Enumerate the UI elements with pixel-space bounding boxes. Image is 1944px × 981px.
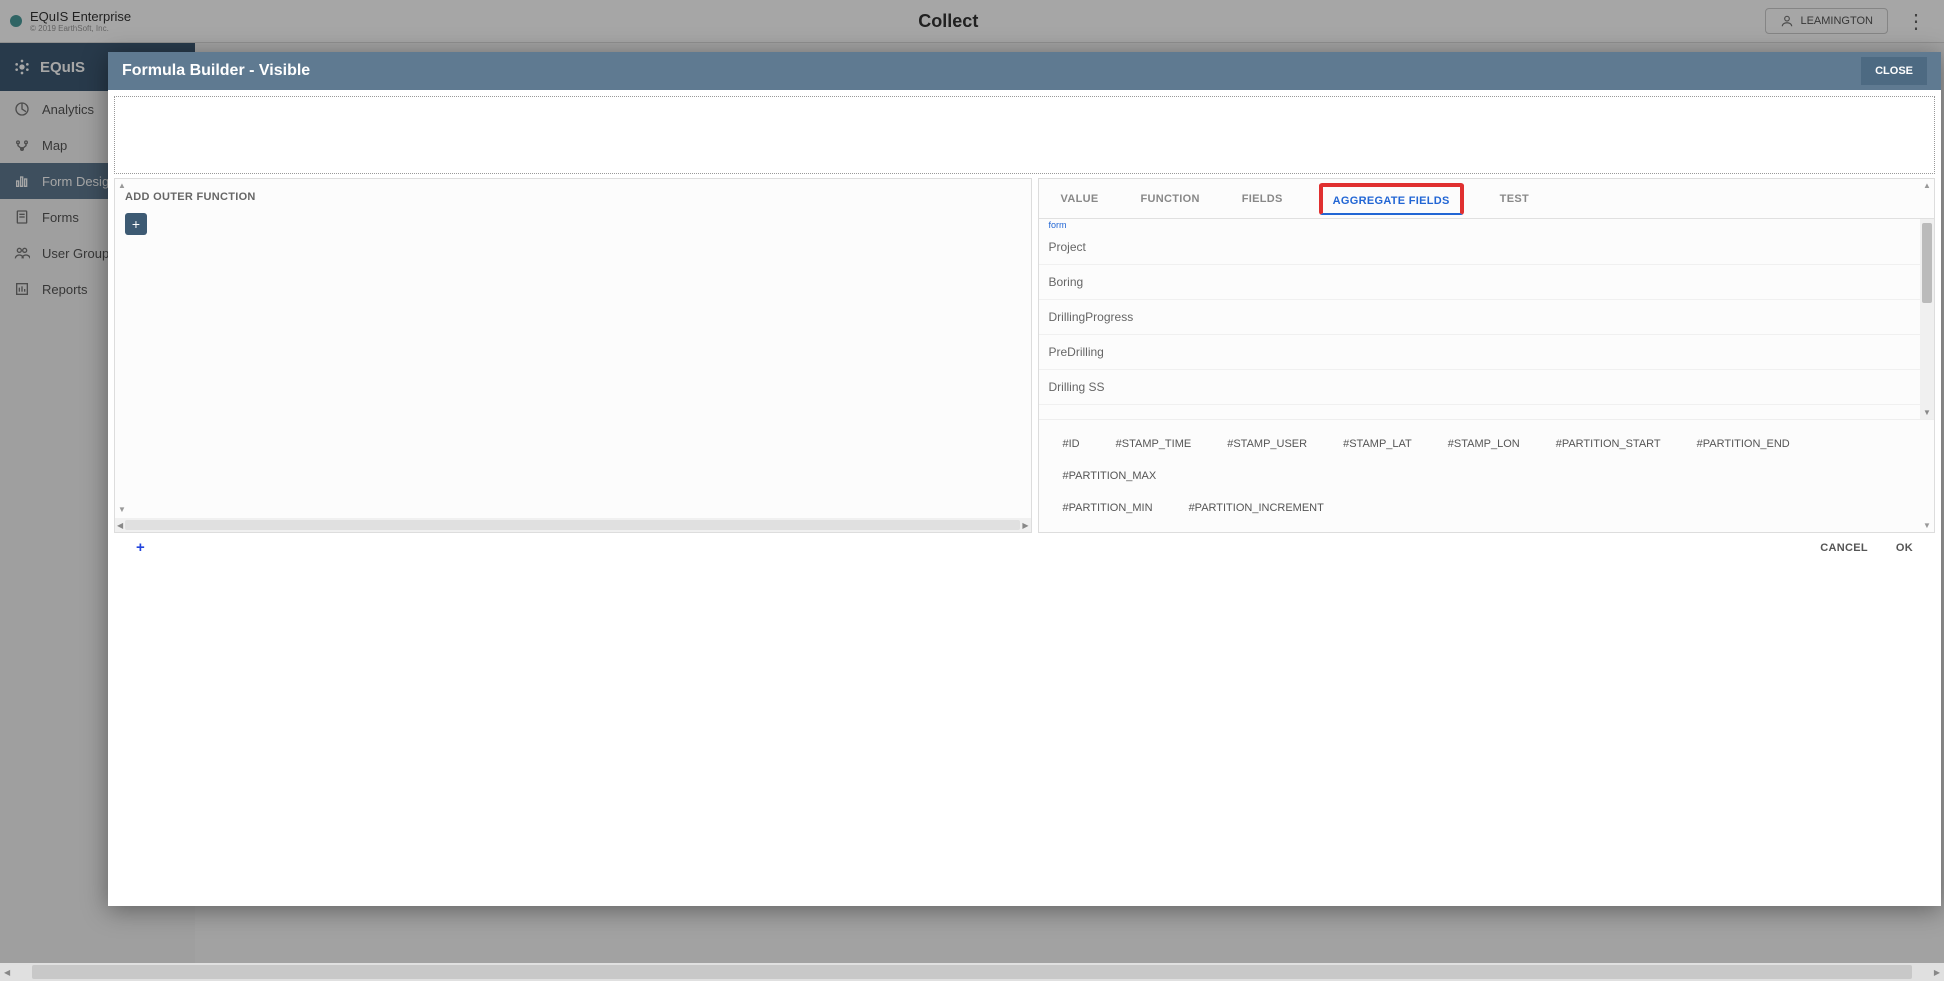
tab-function[interactable]: FUNCTION — [1134, 181, 1205, 217]
horizontal-scrollbar[interactable]: ◀ ▶ — [115, 518, 1031, 532]
forms-icon — [14, 209, 30, 225]
formula-builder-modal: Formula Builder - Visible CLOSE ▲ ▼ ADD … — [108, 52, 1941, 906]
brand-icon — [14, 59, 30, 75]
scroll-down-icon[interactable]: ▼ — [117, 505, 127, 514]
field-chip[interactable]: #STAMP_LON — [1430, 428, 1538, 460]
modal-header: Formula Builder - Visible CLOSE — [108, 52, 1941, 90]
sidebar-item-label: Reports — [42, 282, 88, 297]
panel-tabs: VALUE FUNCTION FIELDS AGGREGATE FIELDS T… — [1039, 179, 1935, 219]
field-chip[interactable]: #PARTITION_MAX — [1045, 460, 1175, 492]
page-horizontal-scrollbar[interactable]: ◀ ▶ — [0, 963, 1944, 981]
form-designer-icon — [14, 173, 30, 189]
token-chips: #ID #STAMP_TIME #STAMP_USER #STAMP_LAT #… — [1039, 419, 1935, 532]
tab-aggregate-fields[interactable]: AGGREGATE FIELDS — [1319, 183, 1464, 215]
app-logo-icon — [10, 15, 22, 27]
user-icon — [1780, 14, 1794, 28]
tab-value[interactable]: VALUE — [1055, 181, 1105, 217]
scroll-right-icon[interactable]: ▶ — [1022, 521, 1028, 530]
sidebar-title: EQuIS — [40, 59, 85, 76]
scroll-down-icon[interactable]: ▼ — [1922, 521, 1932, 530]
sidebar-item-label: Forms — [42, 210, 79, 225]
scroll-up-icon[interactable]: ▲ — [1922, 181, 1932, 190]
app-subtitle: © 2019 EarthSoft, Inc. — [30, 24, 131, 33]
tab-test[interactable]: TEST — [1494, 181, 1535, 217]
map-icon — [14, 137, 30, 153]
field-chip[interactable]: #PARTITION_END — [1679, 428, 1808, 460]
field-chip[interactable]: #PARTITION_INCREMENT — [1171, 492, 1342, 524]
analytics-icon — [14, 101, 30, 117]
user-menu-button[interactable]: LEAMINGTON — [1765, 8, 1888, 34]
scroll-right-icon[interactable]: ▶ — [1930, 968, 1944, 977]
cancel-button[interactable]: CANCEL — [1820, 542, 1868, 554]
list-item[interactable]: Drilling SS — [1039, 370, 1921, 405]
field-chip[interactable]: #STAMP_TIME — [1098, 428, 1210, 460]
top-bar: EQuIS Enterprise © 2019 EarthSoft, Inc. … — [0, 0, 1944, 43]
outer-function-panel: ▲ ▼ ADD OUTER FUNCTION + ◀ ▶ — [114, 178, 1032, 533]
formula-input[interactable] — [114, 96, 1935, 174]
more-menu-icon[interactable]: ⋮ — [1898, 9, 1934, 34]
scrollbar-track[interactable] — [32, 965, 1912, 979]
sidebar-item-label: Map — [42, 138, 67, 153]
list-item[interactable]: Boring — [1039, 265, 1921, 300]
field-chip[interactable]: #PARTITION_MIN — [1045, 492, 1171, 524]
users-icon — [14, 245, 30, 261]
fields-list: form Project Boring DrillingProgress Pre… — [1039, 219, 1921, 419]
list-item[interactable]: DrillingProgress — [1039, 300, 1921, 335]
sidebar-item-label: User Groups — [42, 246, 116, 261]
list-item[interactable]: PreDrilling — [1039, 335, 1921, 370]
scroll-down-icon[interactable]: ▼ — [1923, 408, 1931, 417]
form-hint: form — [1039, 219, 1921, 230]
scrollbar-track[interactable] — [125, 520, 1020, 530]
field-chip[interactable]: #STAMP_USER — [1209, 428, 1325, 460]
ok-button[interactable]: OK — [1896, 542, 1913, 554]
add-button[interactable]: + — [136, 539, 145, 556]
add-outer-label: ADD OUTER FUNCTION — [125, 191, 1021, 203]
scroll-left-icon[interactable]: ◀ — [0, 968, 14, 977]
app-brand: EQuIS Enterprise — [30, 9, 131, 24]
vertical-scrollbar[interactable]: ▼ — [1920, 219, 1934, 419]
close-button[interactable]: CLOSE — [1861, 57, 1927, 85]
scrollbar-thumb[interactable] — [1922, 223, 1932, 303]
scroll-left-icon[interactable]: ◀ — [117, 521, 123, 530]
modal-title: Formula Builder - Visible — [122, 62, 310, 80]
field-chip[interactable]: #PARTITION_START — [1538, 428, 1679, 460]
user-name: LEAMINGTON — [1800, 15, 1873, 27]
list-item[interactable]: Project — [1039, 230, 1921, 265]
field-chip[interactable]: #STAMP_LAT — [1325, 428, 1430, 460]
reports-icon — [14, 281, 30, 297]
page-title: Collect — [918, 11, 978, 32]
sidebar-item-label: Analytics — [42, 102, 94, 117]
fields-panel: ▲ ▼ VALUE FUNCTION FIELDS AGGREGATE FIEL… — [1038, 178, 1936, 533]
field-chip[interactable]: #ID — [1045, 428, 1098, 460]
tab-fields[interactable]: FIELDS — [1236, 181, 1289, 217]
add-outer-button[interactable]: + — [125, 213, 147, 235]
scroll-up-icon[interactable]: ▲ — [117, 181, 127, 190]
modal-footer: + CANCEL OK — [114, 533, 1935, 556]
